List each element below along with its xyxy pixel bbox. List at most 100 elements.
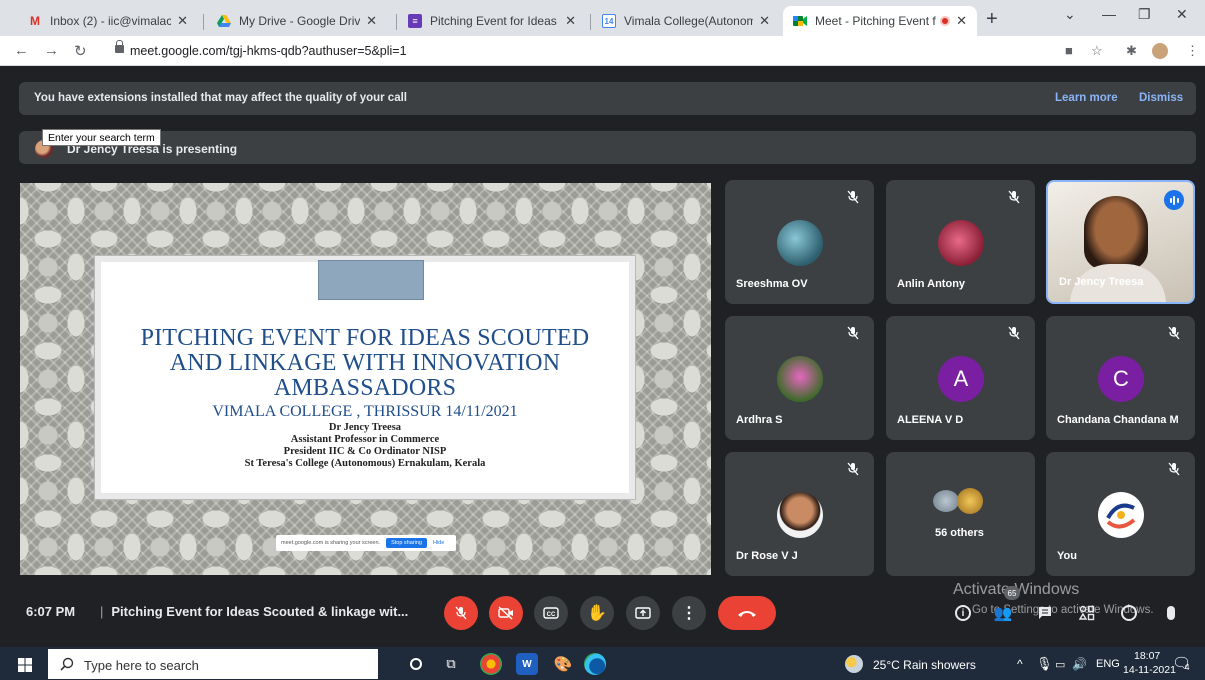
tab-title: My Drive - Google Drive (239, 14, 361, 28)
participant-tile-active-speaker[interactable]: Dr Jency Treesa (1046, 180, 1195, 304)
tab-google-forms[interactable]: ≡ Pitching Event for Ideas Scou ✕ (398, 6, 586, 36)
raise-hand-button[interactable]: ✋ (580, 596, 614, 630)
svg-text:CC: CC (547, 612, 556, 618)
chrome-icon[interactable] (480, 653, 502, 675)
volume-icon[interactable]: 🔊 (1072, 657, 1087, 671)
participant-tile-others[interactable]: 56 others (886, 452, 1035, 576)
participant-avatar: C (1098, 356, 1144, 402)
taskbar-date[interactable]: 14-11-2021 (1123, 664, 1176, 676)
presentation-slide: PITCHING EVENT FOR IDEAS SCOUTED AND LIN… (95, 256, 635, 499)
extensions-icon[interactable]: ✱ (1126, 43, 1137, 59)
meeting-title: | Pitching Event for Ideas Scouted & link… (100, 604, 408, 619)
edge-icon[interactable] (584, 653, 606, 675)
tab-divider (590, 14, 591, 30)
close-tab-icon[interactable]: ✕ (759, 13, 770, 29)
leave-call-button[interactable] (718, 596, 776, 630)
participant-tile-self[interactable]: You (1046, 452, 1195, 576)
others-count: 56 others (935, 527, 984, 539)
bookmark-star-icon[interactable]: ☆ (1091, 43, 1103, 59)
present-now-button[interactable] (626, 596, 660, 630)
new-tab-button[interactable]: + (986, 8, 998, 31)
more-options-button[interactable]: ⋮ (672, 596, 706, 630)
tab-title: Vimala College(Autonomous (624, 14, 754, 28)
chat-button[interactable] (1034, 602, 1056, 624)
close-tab-icon[interactable]: ✕ (956, 13, 967, 29)
slide-title: PITCHING EVENT FOR IDEAS SCOUTED AND LIN… (101, 326, 629, 401)
people-icon: 👥 (993, 605, 1013, 622)
tab-gmail[interactable]: M Inbox (2) - iic@vimalacollege ✕ (18, 6, 198, 36)
captions-icon: CC (543, 607, 559, 619)
speaking-indicator-icon (1164, 190, 1184, 210)
tab-search-icon[interactable]: ⌄ (1064, 6, 1076, 23)
dismiss-button[interactable]: Dismiss (1139, 92, 1183, 104)
participant-avatar (777, 220, 823, 266)
meeting-clock: 6:07 PM (26, 604, 76, 619)
language-indicator[interactable]: ENG (1096, 658, 1120, 670)
mic-off-icon (847, 190, 859, 204)
search-icon (60, 657, 74, 671)
mic-toggle-button[interactable] (444, 596, 478, 630)
participant-avatar (933, 490, 959, 512)
cortana-icon[interactable] (405, 653, 427, 675)
taskbar-clock[interactable]: 18:07 (1134, 650, 1160, 662)
captions-button[interactable]: CC (534, 596, 568, 630)
taskbar-search-box[interactable]: Type here to search (48, 649, 378, 679)
app-icon[interactable]: W (516, 653, 538, 675)
task-view-icon[interactable]: ⧉ (440, 653, 462, 675)
participant-tile[interactable]: C Chandana Chandana M (1046, 316, 1195, 440)
participant-tile[interactable]: Anlin Antony (886, 180, 1035, 304)
url-field[interactable]: meet.google.com/tgj-hkms-qdb?authuser=5&… (130, 44, 407, 58)
stop-sharing-button[interactable]: Stop sharing (386, 538, 427, 548)
back-icon[interactable]: ← (14, 42, 29, 59)
forward-icon[interactable]: → (44, 42, 59, 59)
weather-icon[interactable] (845, 655, 863, 673)
slide-decoration (318, 260, 424, 300)
tray-expand-icon[interactable]: ^ (1017, 657, 1023, 671)
microphone-tray-icon[interactable]: 🎙 (1036, 656, 1053, 672)
battery-icon[interactable]: ▭ (1055, 658, 1065, 671)
participant-tile[interactable]: A ALEENA V D (886, 316, 1035, 440)
close-tab-icon[interactable]: ✕ (565, 13, 576, 29)
close-tab-icon[interactable]: ✕ (366, 13, 377, 29)
mic-off-icon (1168, 326, 1180, 340)
address-bar: ← → ↻ meet.google.com/tgj-hkms-qdb?authu… (0, 36, 1205, 66)
participant-tile[interactable]: Dr Rose V J (725, 452, 874, 576)
windows-start-icon[interactable] (18, 658, 32, 672)
hide-share-bar-button[interactable]: Hide (433, 540, 444, 546)
profile-avatar[interactable] (1152, 43, 1168, 59)
lock-person-icon (1121, 605, 1137, 621)
restore-button[interactable]: ❐ (1138, 6, 1151, 23)
menu-dots-icon[interactable]: ⋮ (1186, 43, 1199, 59)
tab-divider (396, 14, 397, 30)
meeting-details-button[interactable]: i (952, 602, 974, 624)
reload-icon[interactable]: ↻ (74, 42, 87, 60)
presentation-stage[interactable]: PITCHING EVENT FOR IDEAS SCOUTED AND LIN… (20, 183, 711, 575)
participant-tile[interactable]: Sreeshma OV (725, 180, 874, 304)
camera-toggle-button[interactable] (489, 596, 523, 630)
close-tab-icon[interactable]: ✕ (177, 13, 188, 29)
camera-off-icon (498, 606, 513, 620)
lock-icon[interactable] (115, 40, 124, 53)
people-button[interactable]: 👥 (992, 602, 1014, 624)
host-controls-button[interactable] (1118, 602, 1140, 624)
notification-count: 4 (1185, 663, 1190, 672)
participant-avatar: A (938, 356, 984, 402)
participant-avatar (777, 356, 823, 402)
participant-name: Dr Jency Treesa (1059, 276, 1144, 288)
tab-google-drive[interactable]: My Drive - Google Drive ✕ (207, 6, 387, 36)
learn-more-link[interactable]: Learn more (1055, 92, 1118, 104)
paint-icon[interactable]: 🎨 (552, 653, 574, 675)
slide-role: Assistant Professor in Commerce (290, 434, 440, 445)
tab-google-meet[interactable]: Meet - Pitching Event fo ✕ (783, 6, 977, 36)
slide-institution: St Teresa's College (Autonomous) Ernakul… (244, 458, 486, 469)
mic-off-icon (455, 606, 467, 620)
weather-text[interactable]: 25°C Rain showers (873, 658, 976, 672)
camera-icon[interactable]: ■ (1065, 43, 1073, 58)
minimize-button[interactable]: — (1102, 6, 1116, 22)
slide-title-line: AND LINKAGE WITH INNOVATION (169, 350, 561, 376)
close-window-button[interactable]: ✕ (1176, 6, 1188, 23)
activities-button[interactable] (1076, 602, 1098, 624)
participant-tile[interactable]: Ardhra S (725, 316, 874, 440)
tab-google-calendar[interactable]: 14 Vimala College(Autonomous ✕ (592, 6, 780, 36)
search-placeholder: Type here to search (84, 658, 199, 673)
